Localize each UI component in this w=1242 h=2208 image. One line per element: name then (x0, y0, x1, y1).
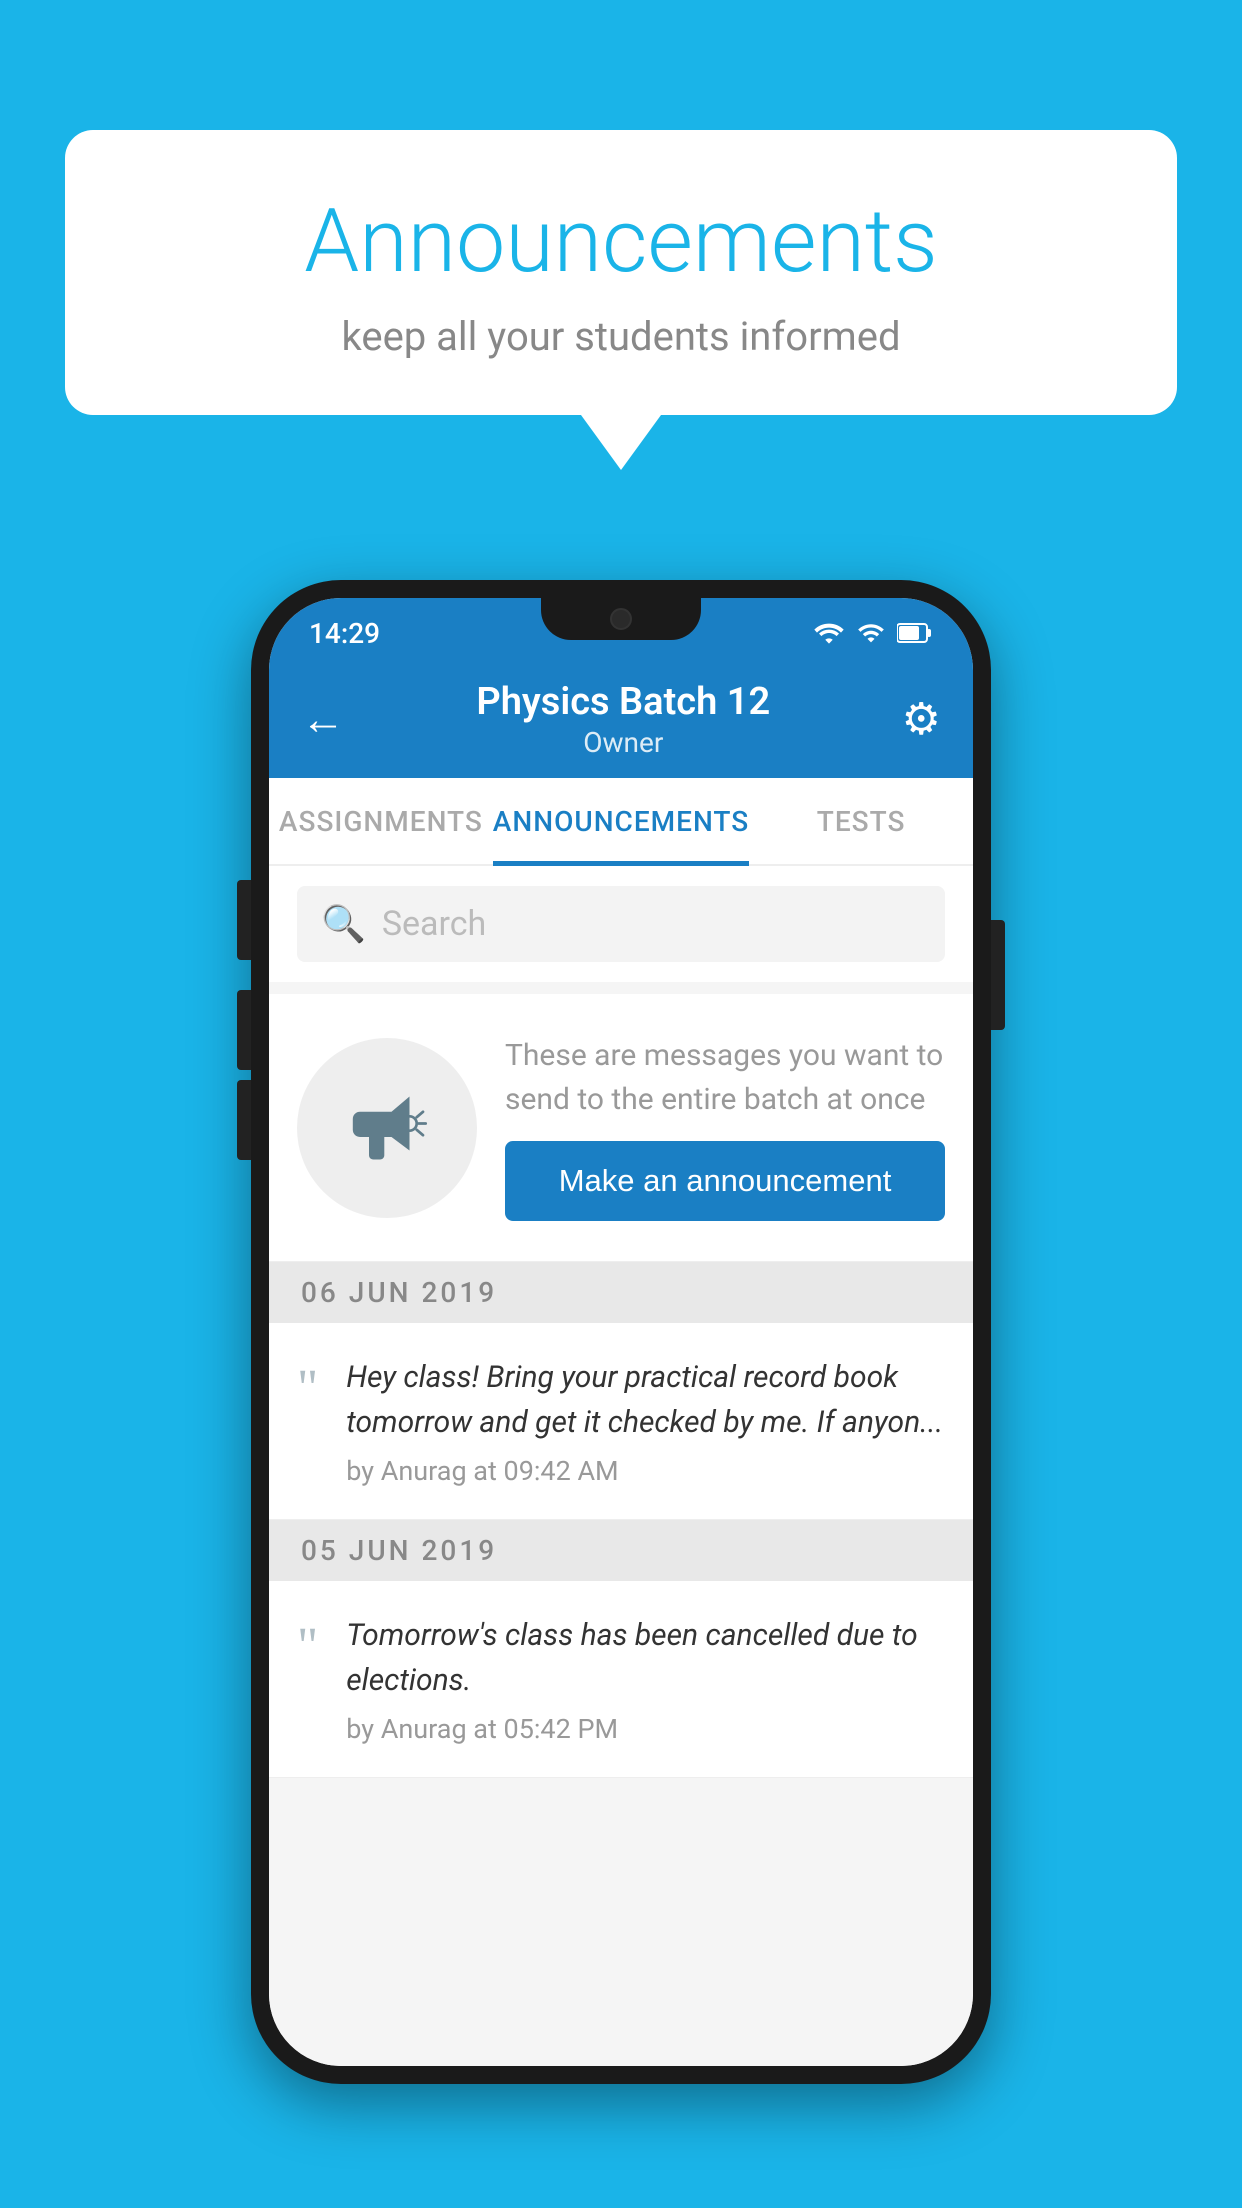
date-separator-1: 06 JUN 2019 (269, 1262, 973, 1323)
speech-bubble-section: Announcements keep all your students inf… (65, 130, 1177, 470)
front-camera (610, 608, 632, 630)
speech-bubble-title: Announcements (125, 190, 1117, 293)
message-meta-1: by Anurag at 09:42 AM (346, 1455, 945, 1487)
announcement-hint: These are messages you want to send to t… (505, 1034, 945, 1121)
app-bar-subtitle: Owner (476, 726, 770, 759)
settings-button[interactable]: ⚙ (902, 693, 941, 745)
megaphone-icon (342, 1083, 432, 1173)
speech-bubble-arrow (581, 415, 661, 470)
tab-announcements[interactable]: ANNOUNCEMENTS (493, 778, 749, 864)
status-icons (813, 619, 933, 647)
speech-bubble-subtitle: keep all your students informed (125, 313, 1117, 360)
announcement-right: These are messages you want to send to t… (505, 1034, 945, 1221)
search-icon: 🔍 (321, 903, 366, 945)
announcement-prompt: These are messages you want to send to t… (269, 994, 973, 1262)
phone-outer-shell: 14:29 (251, 580, 991, 2084)
message-content-2: Tomorrow's class has been cancelled due … (346, 1613, 945, 1745)
message-content-1: Hey class! Bring your practical record b… (346, 1355, 945, 1487)
app-bar-title: Physics Batch 12 (476, 680, 770, 724)
message-text-1: Hey class! Bring your practical record b… (346, 1355, 945, 1445)
make-announcement-button[interactable]: Make an announcement (505, 1141, 945, 1221)
phone-device: 14:29 (251, 580, 991, 2084)
search-bar[interactable]: 🔍 Search (297, 886, 945, 962)
app-bar: ← Physics Batch 12 Owner ⚙ (269, 660, 973, 778)
announcement-icon-circle (297, 1038, 477, 1218)
message-text-2: Tomorrow's class has been cancelled due … (346, 1613, 945, 1703)
tab-assignments[interactable]: ASSIGNMENTS (269, 778, 493, 864)
announcement-item-1[interactable]: " Hey class! Bring your practical record… (269, 1323, 973, 1520)
tab-bar: ASSIGNMENTS ANNOUNCEMENTS TESTS (269, 778, 973, 866)
search-placeholder: Search (382, 904, 486, 944)
date-separator-2: 05 JUN 2019 (269, 1520, 973, 1581)
search-bar-wrapper: 🔍 Search (269, 866, 973, 982)
tab-tests[interactable]: TESTS (749, 778, 973, 864)
battery-icon (897, 622, 933, 644)
phone-screen: 14:29 (269, 598, 973, 2066)
back-button[interactable]: ← (301, 693, 345, 745)
quote-icon: " (297, 1363, 318, 1415)
app-bar-title-group: Physics Batch 12 Owner (476, 680, 770, 759)
message-meta-2: by Anurag at 05:42 PM (346, 1713, 945, 1745)
content-area: 🔍 Search (269, 866, 973, 2066)
status-time: 14:29 (309, 617, 380, 650)
announcement-item-2[interactable]: " Tomorrow's class has been cancelled du… (269, 1581, 973, 1778)
signal-icon (857, 619, 885, 647)
phone-notch (541, 598, 701, 640)
speech-bubble: Announcements keep all your students inf… (65, 130, 1177, 415)
wifi-icon (813, 620, 845, 646)
quote-icon-2: " (297, 1621, 318, 1673)
